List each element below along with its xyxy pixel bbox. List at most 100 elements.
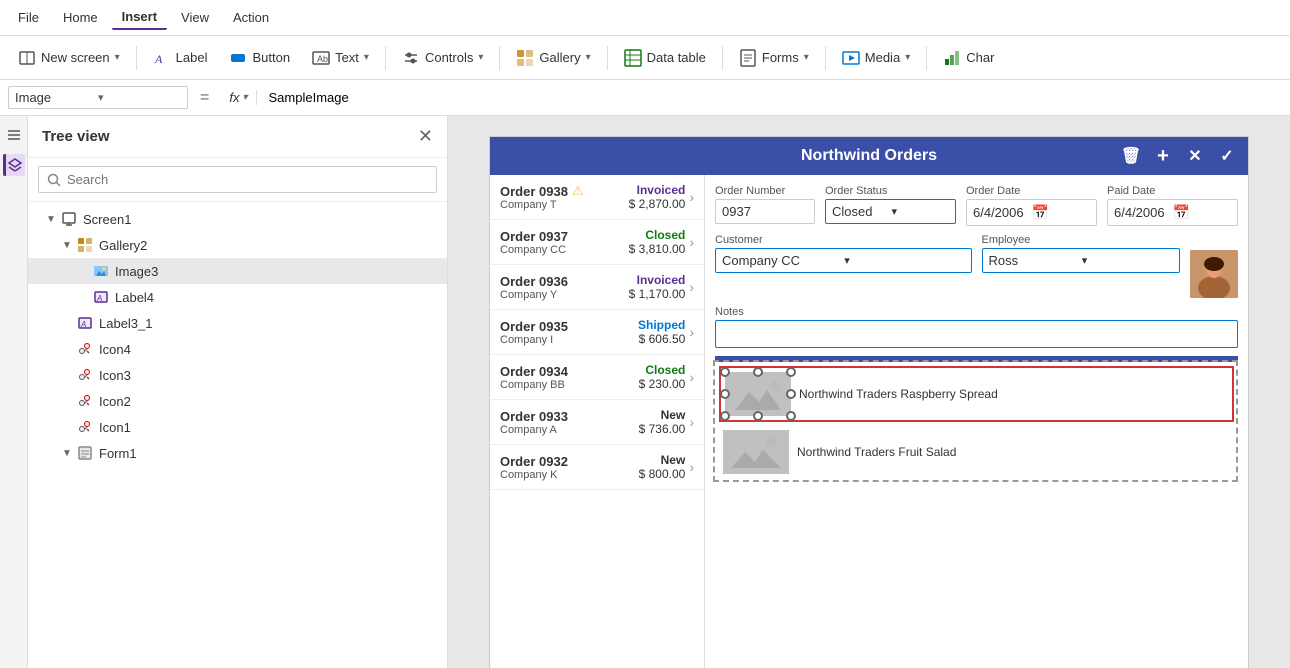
tree-item-icon1[interactable]: Icon1 <box>28 414 447 440</box>
button-button[interactable]: Button <box>219 44 300 72</box>
data-table-button[interactable]: Data table <box>614 44 716 72</box>
arrow-0936: › <box>689 279 694 295</box>
handle-ml[interactable] <box>720 389 730 399</box>
menu-insert[interactable]: Insert <box>112 5 167 30</box>
add-icon[interactable]: + <box>1150 143 1176 169</box>
element-selector[interactable]: Image ▾ <box>8 86 188 109</box>
header-icons: 🗑 + ✕ ✓ <box>1118 143 1240 169</box>
label-button[interactable]: A Label <box>143 44 218 72</box>
customer-field: Customer Company CC ▾ <box>715 234 972 298</box>
fx-button[interactable]: fx ▾ <box>221 90 256 105</box>
forms-chevron: ▾ <box>804 52 809 63</box>
order-status-0932: New <box>639 453 686 467</box>
order-item-0935[interactable]: Order 0935 Company I Shipped $ 606.50 › <box>490 310 704 355</box>
sidebar-toggle-panel <box>0 116 28 668</box>
icon2-label: Icon2 <box>99 394 131 409</box>
menu-file[interactable]: File <box>8 6 49 29</box>
media-button[interactable]: Media ▾ <box>832 44 920 72</box>
equals-sign: = <box>192 89 217 107</box>
handle-bl[interactable] <box>720 411 730 421</box>
hamburger-icon[interactable] <box>3 124 25 146</box>
delete-icon[interactable]: 🗑 <box>1118 143 1144 169</box>
data-table-icon <box>624 49 642 67</box>
screen1-toggle[interactable]: ▼ <box>44 212 58 226</box>
detail-row-1: Order Number 0937 Order Status Closed ▾ <box>715 185 1238 226</box>
chart-button[interactable]: Char <box>933 44 1004 72</box>
menu-view[interactable]: View <box>171 6 219 29</box>
tree-item-image3[interactable]: Image3 <box>28 258 447 284</box>
app-title: Northwind Orders <box>801 147 937 165</box>
handle-tl[interactable] <box>720 367 730 377</box>
svg-text:A: A <box>96 294 102 303</box>
order-amount-0938: $ 2,870.00 <box>629 197 686 211</box>
order-amount-0933: $ 736.00 <box>639 422 686 436</box>
menu-action[interactable]: Action <box>223 6 279 29</box>
gallery-row-0[interactable]: Northwind Traders Raspberry Spread <box>719 366 1234 422</box>
order-company-0938: Company T <box>500 199 629 211</box>
check-icon[interactable]: ✓ <box>1214 143 1240 169</box>
button-icon <box>229 49 247 67</box>
handle-br[interactable] <box>786 411 796 421</box>
paid-date-input[interactable]: 6/4/2006 📅 <box>1107 199 1238 226</box>
avatar-face <box>1190 250 1238 298</box>
canvas-area: Northwind Orders 🗑 + ✕ ✓ Order 0938 <box>448 116 1290 668</box>
toolbar: New screen ▾ A Label Button Abc Text ▾ C… <box>0 36 1290 80</box>
tree-item-screen1[interactable]: ▼ Screen1 <box>28 206 447 232</box>
order-item-0938[interactable]: Order 0938 ⚠ Company T Invoiced $ 2,870.… <box>490 175 704 220</box>
order-company-0936: Company Y <box>500 289 629 301</box>
controls-button[interactable]: Controls ▾ <box>392 44 493 72</box>
notes-input[interactable] <box>715 320 1238 348</box>
gallery2-label: Gallery2 <box>99 238 147 253</box>
order-item-0934[interactable]: Order 0934 Company BB Closed $ 230.00 › <box>490 355 704 400</box>
tree-item-icon4[interactable]: Icon4 <box>28 336 447 362</box>
order-num-0933: Order 0933 <box>500 409 639 424</box>
text-button[interactable]: Abc Text ▾ <box>302 44 379 72</box>
tree-item-gallery2[interactable]: ▼ Gallery2 <box>28 232 447 258</box>
label3-1-label: Label3_1 <box>99 316 153 331</box>
form1-toggle[interactable]: ▼ <box>60 446 74 460</box>
tree-content: ▼ Screen1 ▼ Gallery2 Image3 <box>28 202 447 668</box>
tree-close-button[interactable]: ✕ <box>418 126 433 147</box>
handle-mr[interactable] <box>786 389 796 399</box>
order-num-0935: Order 0935 <box>500 319 638 334</box>
gallery2-toggle[interactable]: ▼ <box>60 238 74 252</box>
menu-home[interactable]: Home <box>53 6 108 29</box>
tree-item-icon3[interactable]: Icon3 <box>28 362 447 388</box>
tree-item-form1[interactable]: ▼ Form1 <box>28 440 447 466</box>
gallery-row-1[interactable]: Northwind Traders Fruit Salad <box>719 426 1234 478</box>
customer-select[interactable]: Company CC ▾ <box>715 248 972 273</box>
order-item-0937[interactable]: Order 0937 Company CC Closed $ 3,810.00 … <box>490 220 704 265</box>
arrow-0932: › <box>689 459 694 475</box>
tree-item-label4[interactable]: A Label4 <box>28 284 447 310</box>
order-item-0932[interactable]: Order 0932 Company K New $ 800.00 › <box>490 445 704 490</box>
sep3 <box>499 46 500 70</box>
svg-text:A: A <box>80 320 86 329</box>
order-date-input[interactable]: 6/4/2006 📅 <box>966 199 1097 226</box>
avatar-svg <box>1190 250 1238 298</box>
order-item-0936[interactable]: Order 0936 Company Y Invoiced $ 1,170.00… <box>490 265 704 310</box>
handle-tc[interactable] <box>753 367 763 377</box>
order-number-input[interactable]: 0937 <box>715 199 815 224</box>
employee-field: Employee Ross ▾ <box>982 234 1239 298</box>
handle-bc[interactable] <box>753 411 763 421</box>
order-number-field: Order Number 0937 <box>715 185 815 226</box>
handle-tr[interactable] <box>786 367 796 377</box>
layers-icon[interactable] <box>3 154 25 176</box>
search-input[interactable] <box>67 172 428 187</box>
search-box[interactable] <box>38 166 437 193</box>
close-icon[interactable]: ✕ <box>1182 143 1208 169</box>
tree-item-label3-1[interactable]: A Label3_1 <box>28 310 447 336</box>
order-item-0933[interactable]: Order 0933 Company A New $ 736.00 › <box>490 400 704 445</box>
tree-item-icon2[interactable]: Icon2 <box>28 388 447 414</box>
notes-section: Notes <box>715 306 1238 348</box>
forms-icon <box>739 49 757 67</box>
order-status-0938: Invoiced <box>629 183 686 197</box>
employee-select[interactable]: Ross ▾ <box>982 248 1181 273</box>
order-amount-0934: $ 230.00 <box>639 377 686 391</box>
order-status-select[interactable]: Closed ▾ <box>825 199 956 224</box>
gallery-button[interactable]: Gallery ▾ <box>506 44 600 72</box>
forms-button[interactable]: Forms ▾ <box>729 44 819 72</box>
formula-input[interactable] <box>261 88 1283 107</box>
new-screen-button[interactable]: New screen ▾ <box>8 44 130 72</box>
search-icon <box>47 173 61 187</box>
